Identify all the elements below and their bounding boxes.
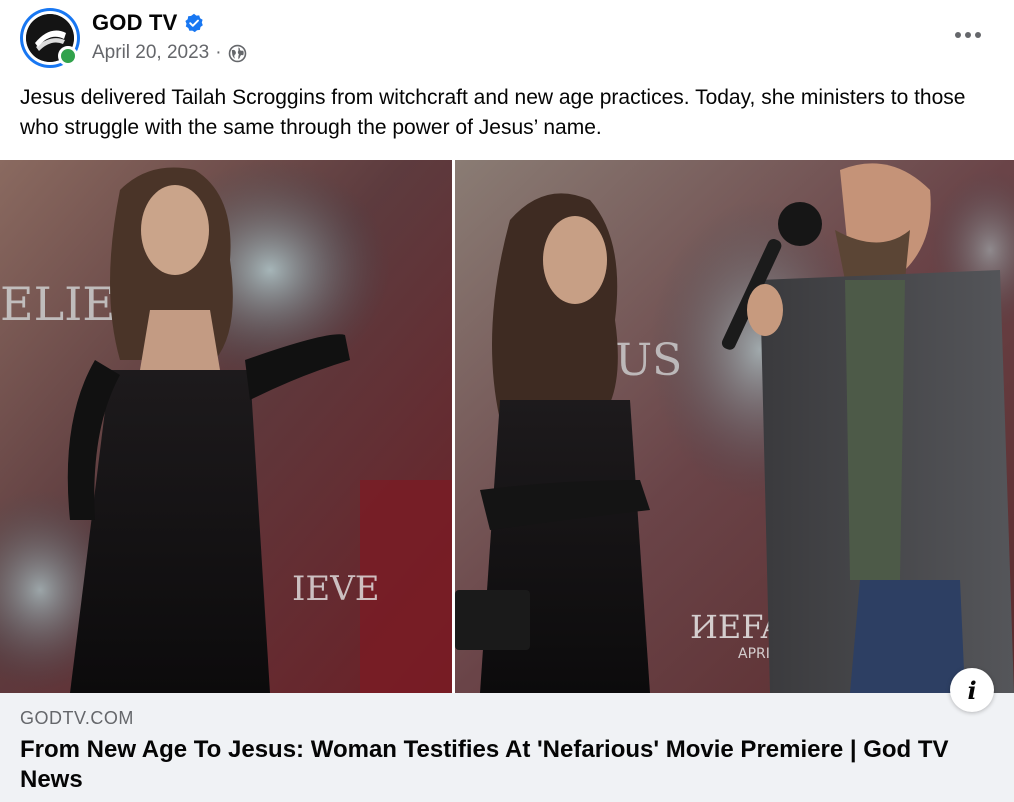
post-caption: Jesus delivered Tailah Scroggins from wi…: [20, 86, 966, 139]
online-status-dot: [58, 46, 78, 66]
post-meta: April 20, 2023 ·: [92, 42, 247, 64]
more-options-icon: [955, 32, 981, 38]
link-preview-image[interactable]: ELIEV IEVE US ИEFAЯ APRIL: [0, 160, 1014, 693]
page-avatar[interactable]: [20, 8, 80, 68]
feed-post: GOD TV April 20, 2023 · Jesus delivered …: [0, 0, 1014, 802]
verified-badge-icon: [184, 13, 203, 33]
globe-icon: [228, 44, 246, 62]
info-button[interactable]: i: [950, 668, 994, 712]
link-title[interactable]: From New Age To Jesus: Woman Testifies A…: [20, 735, 995, 795]
info-icon: i: [967, 675, 977, 705]
link-preview-footer[interactable]: GODTV.COM From New Age To Jesus: Woman T…: [0, 693, 1014, 802]
backdrop-text-believe-2: IEVE: [292, 569, 380, 609]
link-domain: GODTV.COM: [20, 708, 134, 728]
more-options-button[interactable]: [948, 20, 988, 50]
meta-separator: ·: [215, 42, 222, 63]
post-date-link[interactable]: April 20, 2023: [92, 42, 209, 64]
post-header: GOD TV April 20, 2023 ·: [0, 0, 1014, 80]
page-name-link[interactable]: GOD TV: [92, 10, 178, 36]
premiere-photo-collage: ELIEV IEVE US ИEFAЯ APRIL: [0, 160, 1014, 693]
backdrop-text-jesus: US: [615, 335, 682, 386]
